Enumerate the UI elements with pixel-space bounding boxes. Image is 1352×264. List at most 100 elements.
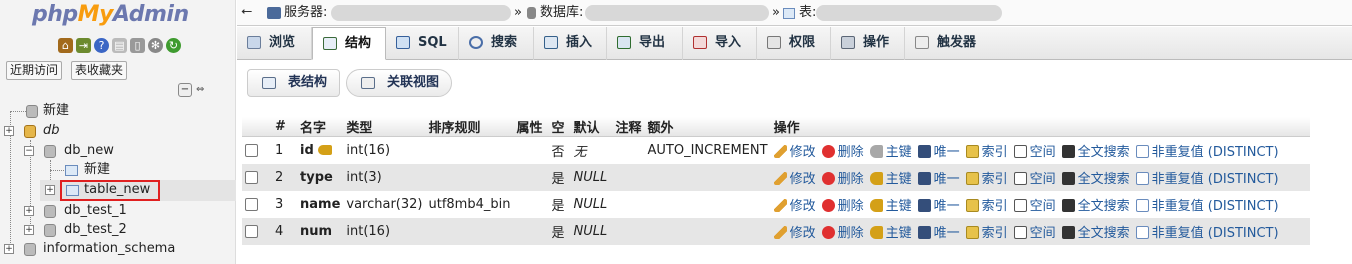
tab-structure[interactable]: 结构 [312, 27, 386, 60]
expand-icon[interactable]: + [4, 126, 14, 136]
expand-icon[interactable]: + [24, 206, 34, 216]
home-icon[interactable]: ⌂ [58, 38, 73, 53]
distinct-values-action[interactable]: 非重复值 (DISTINCT) [1135, 195, 1279, 214]
header-attributes[interactable]: 属性 [513, 117, 549, 137]
index-action[interactable]: 索引 [965, 222, 1008, 241]
drop-action[interactable]: 删除 [821, 195, 864, 214]
search-icon [469, 36, 483, 49]
breadcrumb-database-label[interactable]: 数据库: [540, 4, 583, 22]
table-row[interactable]: 1 id int(16) 否无 AUTO_INCREMENT 修改 删除 主键 唯一 索引 空间 全文… [242, 136, 1310, 164]
header-comment[interactable]: 注释 [612, 117, 645, 137]
header-collation[interactable]: 排序规则 [425, 117, 514, 137]
header-default[interactable]: 默认 [570, 117, 613, 137]
expand-icon[interactable]: + [45, 185, 55, 195]
action-label: 索引 [981, 225, 1008, 241]
drop-action[interactable]: 删除 [821, 168, 864, 187]
reload-icon[interactable]: ↻ [166, 38, 181, 53]
index-action[interactable]: 索引 [965, 141, 1008, 160]
table-row[interactable]: 3 name varchar(32) utf8mb4_bin 是 NULL 修改 删除 主键 唯一… [242, 190, 1310, 218]
documentation-icon[interactable]: ▤ [112, 38, 127, 53]
phpmyadmin-logo[interactable]: phpMyAdmin [32, 2, 189, 27]
link-with-main-icon[interactable]: ⇔ [196, 84, 212, 96]
favorite-tables-button[interactable]: 表收藏夹 [71, 61, 128, 80]
tab-search[interactable]: 搜索 [459, 27, 534, 60]
row-checkbox[interactable] [245, 170, 258, 184]
tree-item-db-new[interactable]: − db_new [0, 141, 236, 161]
unique-action[interactable]: 唯一 [917, 141, 960, 160]
index-action[interactable]: 索引 [965, 168, 1008, 187]
tree-item-new-table[interactable]: 新建 [0, 160, 236, 180]
table-row[interactable]: 4 num int(16) 是 NULL 修改 删除 主键 唯一 索引 空间 全文搜索 非重复值 (DI… [242, 217, 1310, 245]
help-icon[interactable]: ? [94, 38, 109, 53]
comment-cell [612, 217, 645, 245]
change-action[interactable]: 修改 [773, 141, 816, 160]
primary-key-action[interactable]: 主键 [869, 168, 912, 187]
fulltext-action[interactable]: 全文搜索 [1061, 141, 1130, 160]
recent-tables-button[interactable]: 近期访问 [6, 61, 63, 80]
tab-export[interactable]: 导出 [607, 27, 683, 60]
arrow-left-icon[interactable]: ⭠ [241, 3, 252, 19]
distinct-values-action[interactable]: 非重复值 (DISTINCT) [1135, 168, 1279, 187]
action-label: 修改 [789, 225, 816, 241]
spatial-action[interactable]: 空间 [1013, 195, 1056, 214]
collapse-all-icon[interactable]: − [178, 83, 192, 97]
field-collation: utf8mb4_bin [428, 196, 511, 212]
unique-action[interactable]: 唯一 [917, 168, 960, 187]
unique-action[interactable]: 唯一 [917, 195, 960, 214]
fulltext-action[interactable]: 全文搜索 [1061, 222, 1130, 241]
header-type[interactable]: 类型 [343, 117, 426, 137]
tree-item-db-test-1[interactable]: + db_test_1 [0, 201, 236, 221]
tab-insert[interactable]: 插入 [534, 27, 607, 60]
tree-item-db-test-2[interactable]: + db_test_2 [0, 220, 236, 240]
subtab-table-structure[interactable]: 表结构 [247, 69, 340, 97]
spatial-action[interactable]: 空间 [1013, 222, 1056, 241]
table-row[interactable]: 2 type int(3) 是 NULL 修改 删除 主键 唯一 索引 空间 全文搜索 非重复值 (DI… [242, 163, 1310, 191]
tab-sql[interactable]: SQL [386, 27, 459, 60]
tree-item-new-database[interactable]: 新建 [0, 101, 236, 121]
row-checkbox[interactable] [245, 224, 258, 238]
tab-triggers[interactable]: 触发器 [905, 27, 993, 60]
spatial-action[interactable]: 空间 [1013, 141, 1056, 160]
drop-action[interactable]: 删除 [821, 222, 864, 241]
primary-key-action[interactable]: 主键 [869, 222, 912, 241]
tab-import[interactable]: 导入 [683, 27, 757, 60]
tab-browse[interactable]: 浏览 [237, 27, 312, 60]
expand-icon[interactable]: + [24, 225, 34, 235]
fulltext-action[interactable]: 全文搜索 [1061, 168, 1130, 187]
tree-item-db[interactable]: + db [0, 121, 236, 141]
export-icon [617, 36, 631, 49]
logout-icon[interactable]: ⇥ [76, 38, 91, 53]
breadcrumb-server-label[interactable]: 服务器: [284, 4, 327, 22]
gear-icon[interactable]: ✻ [148, 38, 163, 53]
expand-icon[interactable]: + [4, 244, 14, 254]
subtab-relation-view[interactable]: 关联视图 [346, 69, 452, 97]
drop-action[interactable]: 删除 [821, 141, 864, 160]
tab-operations[interactable]: 操作 [831, 27, 905, 60]
header-null[interactable]: 空 [548, 117, 571, 137]
index-action[interactable]: 索引 [965, 195, 1008, 214]
distinct-values-action[interactable]: 非重复值 (DISTINCT) [1135, 222, 1279, 241]
field-null: 是 [551, 171, 565, 187]
primary-key-action[interactable]: 主键 [869, 195, 912, 214]
unique-action[interactable]: 唯一 [917, 222, 960, 241]
tree-item-information-schema[interactable]: + information_schema [0, 239, 236, 259]
collation-cell [425, 136, 514, 164]
header-name[interactable]: 名字 [297, 117, 344, 137]
fulltext-action[interactable]: 全文搜索 [1061, 195, 1130, 214]
change-action[interactable]: 修改 [773, 195, 816, 214]
header-extra[interactable]: 额外 [644, 117, 771, 137]
change-action[interactable]: 修改 [773, 222, 816, 241]
row-checkbox[interactable] [245, 197, 258, 211]
change-action[interactable]: 修改 [773, 168, 816, 187]
row-checkbox[interactable] [245, 143, 258, 157]
action-label: 空间 [1029, 225, 1056, 241]
collapse-icon[interactable]: − [24, 146, 34, 156]
action-label: 空间 [1029, 171, 1056, 187]
spatial-action[interactable]: 空间 [1013, 168, 1056, 187]
fulltext-icon [1061, 225, 1075, 239]
breadcrumb-table-label[interactable]: 表: [799, 4, 816, 22]
tab-privileges[interactable]: 权限 [757, 27, 831, 60]
distinct-values-action[interactable]: 非重复值 (DISTINCT) [1135, 141, 1279, 160]
primary-key-action[interactable]: 主键 [869, 141, 912, 160]
docs-icon[interactable]: ▯ [130, 38, 145, 53]
